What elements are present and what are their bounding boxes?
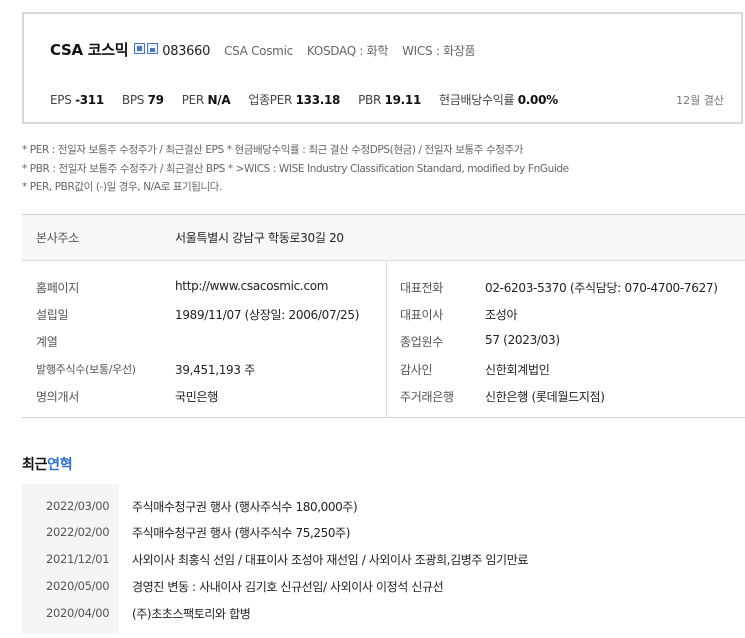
history-date: 2021/12/01 bbox=[46, 552, 110, 566]
company-name: CSA 코스믹 bbox=[50, 41, 129, 59]
ratio-industry-per: 업종PER 133.18 bbox=[248, 93, 341, 107]
homepage-link[interactable]: http://www.csacosmic.com bbox=[175, 279, 328, 293]
company-info-table: 홈페이지 http://www.csacosmic.com 설립일 1989/1… bbox=[22, 262, 745, 418]
history-table: 2022/03/00 주식매수청구권 행사 (행사주식수 180,000주) 2… bbox=[22, 484, 745, 634]
history-title: 최근연혁 bbox=[22, 457, 73, 473]
address-row: 본사주소 서울특별시 강남구 학동로30길 20 bbox=[22, 215, 745, 261]
ratio-pbr: PBR 19.11 bbox=[358, 93, 422, 107]
history-row: 2022/03/00 주식매수청구권 행사 (행사주식수 180,000주) bbox=[22, 494, 745, 520]
history-description: 주식매수청구권 행사 (행사주식수 75,250주) bbox=[132, 526, 350, 540]
english-name: CSA Cosmic bbox=[224, 44, 293, 58]
address-value: 서울특별시 강남구 학동로30길 20 bbox=[175, 231, 344, 245]
history-date: 2022/02/00 bbox=[46, 525, 110, 539]
employees-label: 종업원수 bbox=[400, 335, 443, 349]
ceo-label: 대표이사 bbox=[400, 308, 443, 322]
market-sector: KOSDAQ : 화학 bbox=[306, 44, 389, 58]
settlement-month: 12월 결산 bbox=[676, 94, 724, 107]
document-icon[interactable] bbox=[147, 43, 159, 54]
building-icon[interactable] bbox=[134, 43, 146, 54]
history-row: 2020/04/00 (주)초초스팩토리와 합병 bbox=[22, 601, 745, 627]
ratio-dividend-yield: 현금배당수익률 0.00% bbox=[439, 93, 558, 107]
history-row: 2021/12/01 사외이사 최홍식 선임 / 대표이사 조성아 재선임 / … bbox=[22, 547, 745, 573]
history-date: 2022/03/00 bbox=[46, 499, 110, 513]
company-icons bbox=[134, 43, 159, 54]
wics-sector: WICS : 화장품 bbox=[402, 44, 476, 58]
stock-code: 083660 bbox=[162, 44, 211, 59]
ceo-value: 조성아 bbox=[485, 308, 518, 322]
footnotes: * PER : 전일자 보통주 수정주가 / 최근결산 EPS * 현금배당수익… bbox=[22, 141, 569, 197]
footnote-na: * PER, PBR값이 (-)일 경우, N/A로 표기됩니다. bbox=[22, 181, 222, 193]
footnote-pbr: * PBR : 전일자 보통주 수정주가 / 최근결산 BPS * >WICS … bbox=[22, 162, 569, 175]
history-description: (주)초초스팩토리와 합병 bbox=[132, 607, 251, 621]
employees-value: 57 (2023/03) bbox=[485, 333, 560, 347]
shares-value: 39,451,193 주 bbox=[175, 363, 255, 377]
bank-value: 신한은행 (롯데월드지점) bbox=[485, 390, 605, 404]
phone-value: 02-6203-5370 (주식담당: 070-4700-7627) bbox=[485, 281, 718, 295]
history-date: 2020/04/00 bbox=[46, 606, 110, 620]
history-row: 2020/05/00 경영진 변동 : 사내이사 김기호 신규선임/ 사외이사 … bbox=[22, 574, 745, 600]
ratio-per: PER N/A bbox=[181, 93, 231, 107]
homepage-label: 홈페이지 bbox=[36, 281, 79, 295]
transfer-agent-label: 명의개서 bbox=[36, 390, 79, 404]
auditor-label: 감사인 bbox=[400, 363, 433, 377]
established-label: 설립일 bbox=[36, 308, 69, 322]
history-row: 2022/02/00 주식매수청구권 행사 (행사주식수 75,250주) bbox=[22, 520, 745, 546]
address-label: 본사주소 bbox=[36, 231, 79, 245]
footnote-per: * PER : 전일자 보통주 수정주가 / 최근결산 EPS * 현금배당수익… bbox=[22, 144, 524, 156]
column-divider bbox=[386, 262, 387, 417]
history-description: 주식매수청구권 행사 (행사주식수 180,000주) bbox=[132, 500, 358, 514]
transfer-agent-value: 국민은행 bbox=[175, 390, 218, 404]
company-summary-card: CSA 코스믹 083660 CSA Cosmic KOSDAQ : 화학 WI… bbox=[22, 12, 743, 124]
affiliate-label: 계열 bbox=[36, 335, 58, 349]
ratio-bps: BPS 79 bbox=[121, 93, 164, 107]
history-description: 사외이사 최홍식 선임 / 대표이사 조성아 재선임 / 사외이사 조광희,김병… bbox=[132, 553, 528, 567]
phone-label: 대표전화 bbox=[400, 281, 443, 295]
history-description: 경영진 변동 : 사내이사 김기호 신규선임/ 사외이사 이정석 신규선 bbox=[132, 580, 444, 594]
ratio-eps: EPS -311 bbox=[50, 93, 104, 107]
ratio-row: EPS -311 BPS 79 PER N/A 업종PER 133.18 PBR… bbox=[50, 91, 724, 108]
company-title-row: CSA 코스믹 083660 CSA Cosmic KOSDAQ : 화학 WI… bbox=[50, 39, 476, 60]
history-date: 2020/05/00 bbox=[46, 579, 110, 593]
bank-label: 주거래은행 bbox=[400, 390, 454, 404]
established-value: 1989/11/07 (상장일: 2006/07/25) bbox=[175, 308, 360, 322]
auditor-value: 신한회계법인 bbox=[485, 363, 550, 377]
shares-label: 발행주식수(보통/우선) bbox=[36, 363, 136, 376]
